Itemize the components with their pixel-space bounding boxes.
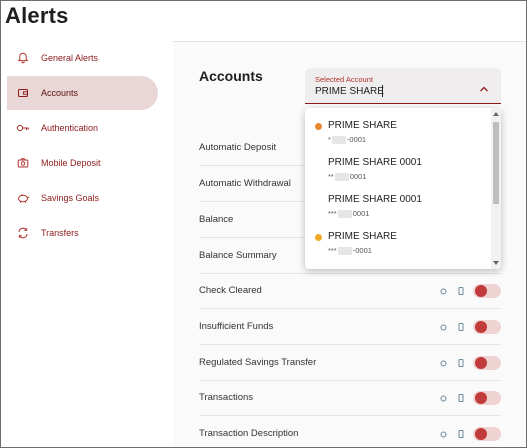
alert-row-regulated-savings-transfer: Regulated Savings Transfer bbox=[199, 345, 501, 381]
wallet-icon bbox=[14, 84, 32, 102]
option-name: PRIME SHARE bbox=[328, 120, 397, 131]
piggy-bank-icon bbox=[14, 189, 32, 207]
sidebar-item-general-alerts[interactable]: General Alerts bbox=[7, 41, 158, 75]
chevron-up-icon[interactable] bbox=[479, 80, 489, 98]
alert-label: Balance Summary bbox=[199, 250, 277, 261]
phone-icon bbox=[456, 287, 465, 296]
email-icon bbox=[439, 394, 448, 403]
select-label: Selected Account bbox=[315, 75, 373, 84]
phone-icon bbox=[456, 394, 465, 403]
alert-label: Balance bbox=[199, 214, 234, 225]
status-dot bbox=[315, 234, 322, 241]
redaction bbox=[337, 247, 352, 256]
toggle-knob bbox=[475, 392, 487, 404]
alert-label: Check Cleared bbox=[199, 285, 262, 296]
bell-icon bbox=[14, 49, 32, 67]
alert-label: Regulated Savings Transfer bbox=[199, 357, 317, 368]
key-icon bbox=[14, 119, 32, 137]
alert-label: Automatic Withdrawal bbox=[199, 178, 291, 189]
alert-label: Automatic Deposit bbox=[199, 142, 277, 153]
status-dot bbox=[315, 123, 322, 130]
dropdown-scrollbar[interactable] bbox=[491, 108, 501, 269]
toggle-knob bbox=[475, 321, 487, 333]
alert-row-insufficient-funds: Insufficient Funds bbox=[199, 309, 501, 345]
phone-icon bbox=[456, 359, 465, 368]
option-name: PRIME SHARE 0001 bbox=[328, 194, 422, 205]
option-account-number: *** -0001 bbox=[328, 246, 372, 256]
insufficient-funds-toggle[interactable] bbox=[473, 320, 501, 334]
section-title: Accounts bbox=[199, 68, 263, 84]
camera-icon bbox=[14, 154, 32, 172]
sidebar-item-label: Authentication bbox=[41, 123, 99, 133]
sidebar-item-label: Savings Goals bbox=[41, 193, 100, 203]
account-suffix: -0001 bbox=[352, 246, 372, 255]
sidebar-item-label: Accounts bbox=[41, 88, 79, 98]
dropdown-option[interactable]: PRIME SHARE 0001 *** 0001 bbox=[305, 182, 491, 219]
check-cleared-toggle[interactable] bbox=[473, 284, 501, 298]
option-name: PRIME SHARE 0001 bbox=[328, 157, 422, 168]
page-title: Alerts bbox=[5, 3, 69, 28]
account-suffix: 0001 bbox=[352, 209, 370, 218]
toggle-knob bbox=[475, 285, 487, 297]
account-prefix: *** bbox=[328, 209, 337, 218]
sidebar-item-label: Transfers bbox=[41, 228, 79, 238]
option-account-number: *** 0001 bbox=[328, 209, 370, 219]
sidebar-item-authentication[interactable]: Authentication bbox=[7, 111, 158, 145]
sidebar-item-label: Mobile Deposit bbox=[41, 158, 101, 168]
text-caret bbox=[382, 85, 383, 97]
alert-label: Insufficient Funds bbox=[199, 321, 274, 332]
toggle-knob bbox=[475, 428, 487, 440]
scroll-down-arrow-icon[interactable] bbox=[493, 261, 499, 265]
sidebar-item-accounts[interactable]: Accounts bbox=[7, 76, 158, 110]
account-prefix: *** bbox=[328, 246, 337, 255]
alert-label: Transaction Description bbox=[199, 428, 299, 439]
select-value: PRIME SHARE bbox=[315, 86, 384, 97]
selected-account-select[interactable]: Selected Account PRIME SHARE bbox=[305, 68, 501, 104]
email-icon bbox=[439, 430, 448, 439]
sidebar: General Alerts Accounts Authentication M… bbox=[1, 41, 173, 447]
email-icon bbox=[439, 359, 448, 368]
redaction bbox=[331, 136, 346, 145]
transfer-icon bbox=[14, 224, 32, 242]
option-name: PRIME SHARE bbox=[328, 231, 397, 242]
scrollbar-thumb[interactable] bbox=[493, 122, 499, 204]
dropdown-option[interactable]: PRIME SHARE * -0001 bbox=[305, 108, 491, 145]
sidebar-item-transfers[interactable]: Transfers bbox=[7, 216, 158, 250]
toggle-knob bbox=[475, 357, 487, 369]
account-suffix: -0001 bbox=[346, 135, 367, 144]
alert-row-transactions: Transactions bbox=[199, 380, 501, 416]
option-account-number: ** 0001 bbox=[328, 172, 367, 182]
sidebar-item-mobile-deposit[interactable]: Mobile Deposit bbox=[7, 146, 158, 180]
alert-label: Transactions bbox=[199, 392, 254, 403]
phone-icon bbox=[456, 323, 465, 332]
redaction bbox=[337, 210, 352, 219]
account-prefix: ** bbox=[328, 172, 334, 181]
alert-row-check-cleared: Check Cleared bbox=[199, 273, 501, 309]
scroll-up-arrow-icon[interactable] bbox=[493, 112, 499, 116]
email-icon bbox=[439, 287, 448, 296]
sidebar-item-label: General Alerts bbox=[41, 53, 99, 63]
app-window: Alerts General Alerts Accounts Authentic… bbox=[0, 0, 527, 448]
account-suffix: 0001 bbox=[349, 172, 367, 181]
option-account-number: * -0001 bbox=[328, 135, 367, 145]
email-icon bbox=[439, 323, 448, 332]
transaction-description-toggle[interactable] bbox=[473, 427, 501, 441]
phone-icon bbox=[456, 430, 465, 439]
sidebar-item-savings-goals[interactable]: Savings Goals bbox=[7, 181, 158, 215]
account-dropdown: PRIME SHARE * -0001 PRIME SHARE 0001 ** 00… bbox=[305, 108, 501, 269]
redaction bbox=[334, 173, 349, 182]
regulated-savings-transfer-toggle[interactable] bbox=[473, 356, 501, 370]
alert-row-transaction-description: Transaction Description bbox=[199, 416, 501, 447]
dropdown-option[interactable]: PRIME SHARE 0001 ** 0001 bbox=[305, 145, 491, 182]
account-prefix: * bbox=[328, 135, 331, 144]
transactions-toggle[interactable] bbox=[473, 391, 501, 405]
dropdown-option[interactable]: PRIME SHARE *** -0001 bbox=[305, 219, 491, 256]
